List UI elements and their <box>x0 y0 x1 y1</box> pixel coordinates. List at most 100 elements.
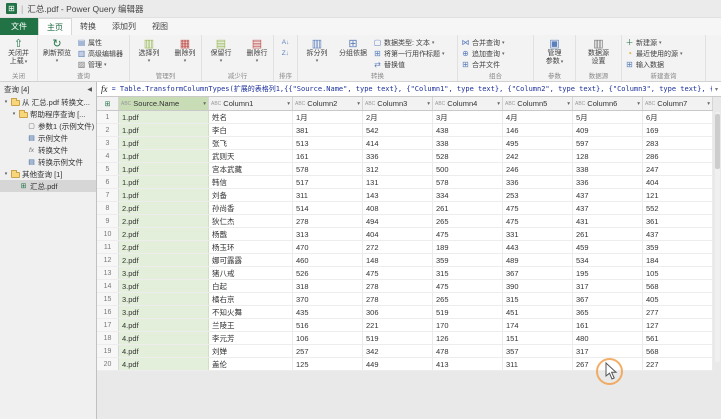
grid-cell[interactable]: 311 <box>293 189 363 201</box>
tab-add-column[interactable]: 添加列 <box>104 18 144 35</box>
row-number[interactable]: 13 <box>97 267 119 279</box>
grid-cell[interactable]: 张飞 <box>209 137 293 149</box>
grid-cell[interactable]: 475 <box>363 267 433 279</box>
grid-cell[interactable]: 1月 <box>293 111 363 123</box>
grid-cell[interactable]: 武则天 <box>209 150 293 162</box>
grid-cell[interactable]: 381 <box>293 124 363 136</box>
grid-cell[interactable]: 128 <box>573 150 643 162</box>
grid-cell[interactable]: 6月 <box>643 111 713 123</box>
grid-cell[interactable]: 367 <box>503 267 573 279</box>
grid-cell[interactable]: 杨戬 <box>209 228 293 240</box>
query-tree-item[interactable]: ▾ 其他查询 [1] <box>0 168 96 180</box>
grid-cell[interactable]: 131 <box>363 176 433 188</box>
grid-cell[interactable]: 4.pdf <box>119 332 209 344</box>
grid-cell[interactable]: 283 <box>643 137 713 149</box>
grid-cell[interactable]: 221 <box>363 319 433 331</box>
grid-cell[interactable]: 306 <box>363 306 433 318</box>
column-header-Column3[interactable]: ABC Column3 ▾ <box>363 97 433 110</box>
grid-cell[interactable]: 338 <box>433 137 503 149</box>
row-number[interactable]: 3 <box>97 137 119 149</box>
group-by-button[interactable]: ⊞ 分组依据 <box>335 36 371 58</box>
grid-cell[interactable]: 3.pdf <box>119 293 209 305</box>
grid-cell[interactable]: 336 <box>573 176 643 188</box>
grid-cell[interactable]: 161 <box>293 150 363 162</box>
replace-values-button[interactable]: ⇄ 替换值 <box>371 59 447 70</box>
filter-dropdown-icon[interactable]: ▾ <box>567 101 570 107</box>
column-header-Column5[interactable]: ABC Column5 ▾ <box>503 97 573 110</box>
grid-cell[interactable]: 361 <box>643 215 713 227</box>
row-number[interactable]: 15 <box>97 293 119 305</box>
close-and-load-button[interactable]: ⇧ 关闭并 上载 ▾ <box>1 36 37 66</box>
grid-cell[interactable]: 475 <box>503 202 573 214</box>
query-tree-item[interactable]: ▢ 参数1 (示例文件) <box>0 120 96 132</box>
grid-cell[interactable]: 437 <box>643 228 713 240</box>
grid-cell[interactable]: 不知火舞 <box>209 306 293 318</box>
grid-cell[interactable]: 261 <box>573 228 643 240</box>
column-header-Column7[interactable]: ABC Column7 ▾ <box>643 97 713 110</box>
grid-cell[interactable]: 408 <box>363 202 433 214</box>
use-first-row-as-headers-button[interactable]: ⊞ 将第一行用作标题 ▾ <box>371 48 447 59</box>
grid-cell[interactable]: 336 <box>363 150 433 162</box>
grid-cell[interactable]: 姓名 <box>209 111 293 123</box>
grid-cell[interactable]: 227 <box>643 358 713 370</box>
grid-cell[interactable]: 105 <box>643 267 713 279</box>
grid-cell[interactable]: 272 <box>363 241 433 253</box>
grid-cell[interactable]: 韩信 <box>209 176 293 188</box>
collapse-pane-button[interactable]: ◀ <box>87 86 92 93</box>
grid-cell[interactable]: 161 <box>573 319 643 331</box>
row-number[interactable]: 11 <box>97 241 119 253</box>
query-tree-item[interactable]: ▾ 帮助程序查询 [... <box>0 108 96 120</box>
grid-cell[interactable]: 331 <box>503 228 573 240</box>
row-number[interactable]: 18 <box>97 332 119 344</box>
grid-cell[interactable]: 265 <box>433 293 503 305</box>
filter-dropdown-icon[interactable]: ▾ <box>637 101 640 107</box>
data-type-button[interactable]: ▢ 数据类型: 文本 ▾ <box>371 37 447 48</box>
grid-cell[interactable]: 狄仁杰 <box>209 215 293 227</box>
expander-icon[interactable]: ▾ <box>11 111 17 117</box>
grid-cell[interactable]: 1.pdf <box>119 137 209 149</box>
grid-cell[interactable]: 4.pdf <box>119 319 209 331</box>
grid-cell[interactable]: 334 <box>433 189 503 201</box>
row-number[interactable]: 8 <box>97 202 119 214</box>
grid-cell[interactable]: 刘备 <box>209 189 293 201</box>
grid-cell[interactable]: 597 <box>573 137 643 149</box>
grid-cell[interactable]: 500 <box>433 163 503 175</box>
grid-cell[interactable]: 4.pdf <box>119 358 209 370</box>
grid-cell[interactable]: 451 <box>503 306 573 318</box>
grid-cell[interactable]: 2.pdf <box>119 241 209 253</box>
grid-cell[interactable]: 146 <box>503 124 573 136</box>
grid-cell[interactable]: 126 <box>433 332 503 344</box>
row-number[interactable]: 1 <box>97 111 119 123</box>
grid-cell[interactable]: 470 <box>293 241 363 253</box>
grid-cell[interactable]: 526 <box>293 267 363 279</box>
grid-cell[interactable]: 370 <box>293 293 363 305</box>
grid-cell[interactable]: 267 <box>573 358 643 370</box>
grid-cell[interactable]: 1.pdf <box>119 111 209 123</box>
grid-cell[interactable]: 313 <box>293 228 363 240</box>
scrollbar-thumb[interactable] <box>715 114 720 169</box>
filter-dropdown-icon[interactable]: ▾ <box>287 101 290 107</box>
grid-cell[interactable]: 494 <box>363 215 433 227</box>
column-header-Column4[interactable]: ABC Column4 ▾ <box>433 97 503 110</box>
vertical-scrollbar[interactable] <box>715 112 720 362</box>
grid-cell[interactable]: 195 <box>573 267 643 279</box>
grid-cell[interactable]: 孙尚香 <box>209 202 293 214</box>
grid-cell[interactable]: 431 <box>573 215 643 227</box>
grid-cell[interactable]: 359 <box>433 254 503 266</box>
query-tree-item[interactable]: ▤ 转换示例文件 <box>0 156 96 168</box>
grid-cell[interactable]: 342 <box>363 345 433 357</box>
grid-cell[interactable]: 390 <box>503 280 573 292</box>
row-number[interactable]: 2 <box>97 124 119 136</box>
grid-cell[interactable]: 449 <box>363 358 433 370</box>
grid-cell[interactable]: 561 <box>643 332 713 344</box>
grid-cell[interactable]: 367 <box>573 293 643 305</box>
grid-cell[interactable]: 4.pdf <box>119 345 209 357</box>
grid-cell[interactable]: 519 <box>363 332 433 344</box>
grid-cell[interactable]: 148 <box>363 254 433 266</box>
grid-cell[interactable]: 357 <box>503 345 573 357</box>
grid-cell[interactable]: 261 <box>433 202 503 214</box>
grid-cell[interactable]: 1.pdf <box>119 176 209 188</box>
filter-dropdown-icon[interactable]: ▾ <box>707 101 710 107</box>
grid-cell[interactable]: 438 <box>433 124 503 136</box>
row-number[interactable]: 6 <box>97 176 119 188</box>
